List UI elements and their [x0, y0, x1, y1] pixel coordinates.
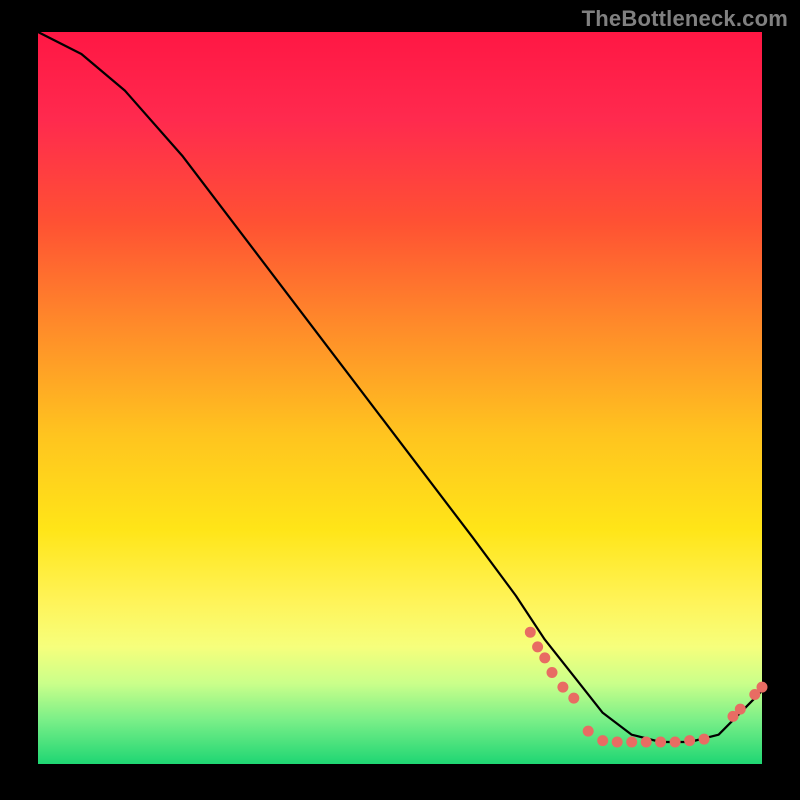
data-marker [583, 726, 594, 737]
chart-frame: TheBottleneck.com [0, 0, 800, 800]
data-marker [525, 627, 536, 638]
data-marker [557, 682, 568, 693]
watermark-text: TheBottleneck.com [582, 6, 788, 32]
data-marker [568, 693, 579, 704]
data-marker [684, 735, 695, 746]
data-marker [655, 737, 666, 748]
plot-area [38, 32, 762, 764]
data-marker [757, 682, 768, 693]
curve-layer [38, 32, 762, 764]
data-marker [532, 641, 543, 652]
data-marker [626, 737, 637, 748]
data-marker [539, 652, 550, 663]
data-marker [670, 737, 681, 748]
data-marker [547, 667, 558, 678]
data-marker [735, 704, 746, 715]
marker-group [525, 627, 768, 748]
data-marker [641, 737, 652, 748]
data-marker [699, 734, 710, 745]
bottleneck-curve [38, 32, 762, 742]
data-marker [597, 735, 608, 746]
data-marker [612, 737, 623, 748]
